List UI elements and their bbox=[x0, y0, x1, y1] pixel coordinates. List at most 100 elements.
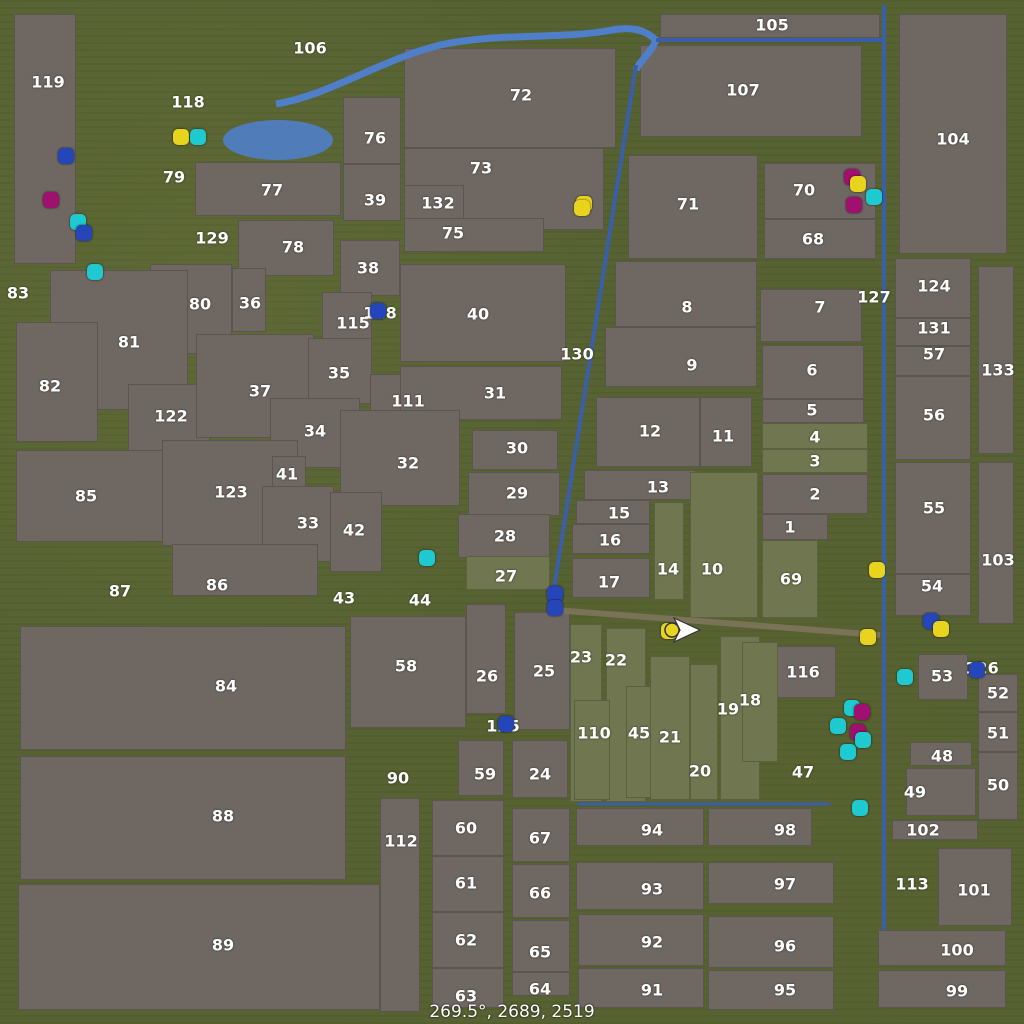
cyan-marker-icon[interactable] bbox=[852, 800, 868, 816]
yellow-marker-icon[interactable] bbox=[850, 176, 866, 192]
field-label: 118 bbox=[171, 92, 205, 112]
field-label: 47 bbox=[791, 762, 815, 782]
field-label: 32 bbox=[396, 453, 420, 473]
field-label: 77 bbox=[260, 180, 284, 200]
field-label: 31 bbox=[483, 383, 507, 403]
field-label: 86 bbox=[205, 575, 229, 595]
field-label: 61 bbox=[454, 873, 478, 893]
cyan-marker-icon[interactable] bbox=[866, 189, 882, 205]
field-label: 93 bbox=[640, 879, 664, 899]
field-label: 88 bbox=[211, 806, 235, 826]
field-label: 44 bbox=[408, 590, 432, 610]
field-label: 102 bbox=[906, 820, 940, 840]
blue-marker-icon[interactable] bbox=[76, 225, 92, 241]
field-label: 66 bbox=[528, 883, 552, 903]
field-label: 80 bbox=[188, 294, 212, 314]
field-label: 57 bbox=[922, 344, 946, 364]
cyan-marker-icon[interactable] bbox=[419, 550, 435, 566]
field-label: 70 bbox=[792, 180, 816, 200]
field-label: 103 bbox=[981, 550, 1015, 570]
field-label: 129 bbox=[195, 228, 229, 248]
field-label: 11 bbox=[711, 426, 735, 446]
field-label: 55 bbox=[922, 498, 946, 518]
field-label: 112 bbox=[384, 831, 418, 851]
cyan-marker-icon[interactable] bbox=[87, 264, 103, 280]
cyan-marker-icon[interactable] bbox=[840, 744, 856, 760]
field-label: 130 bbox=[560, 344, 594, 364]
cyan-marker-icon[interactable] bbox=[190, 129, 206, 145]
blue-marker-icon[interactable] bbox=[969, 662, 985, 678]
field-label: 133 bbox=[981, 360, 1015, 380]
field-label: 21 bbox=[658, 727, 682, 747]
field-label: 97 bbox=[773, 874, 797, 894]
field-label: 56 bbox=[922, 405, 946, 425]
field-label: 5 bbox=[806, 400, 818, 420]
field-label: 72 bbox=[509, 85, 533, 105]
field-label: 34 bbox=[303, 421, 327, 441]
blue-marker-icon[interactable] bbox=[547, 600, 563, 616]
roads-water-layer bbox=[223, 5, 886, 930]
field-label: 60 bbox=[454, 818, 478, 838]
field-label: 25 bbox=[532, 661, 556, 681]
map-view[interactable]: 119 106 118 79 77 129 78 76 39 72 73 132 75 105 107 104… bbox=[0, 0, 1024, 1024]
field-label: 41 bbox=[275, 464, 299, 484]
field-label: 110 bbox=[577, 723, 611, 743]
yellow-marker-icon[interactable] bbox=[933, 621, 949, 637]
field-label: 105 bbox=[755, 15, 789, 35]
field-label: 98 bbox=[773, 820, 797, 840]
field-label: 96 bbox=[773, 936, 797, 956]
village-road bbox=[554, 607, 881, 638]
field-label: 100 bbox=[940, 940, 974, 960]
field-label: 39 bbox=[363, 190, 387, 210]
field-label: 10 bbox=[700, 559, 724, 579]
field-label: 124 bbox=[917, 276, 951, 296]
blue-marker-icon[interactable] bbox=[58, 148, 74, 164]
field-label: 75 bbox=[441, 223, 465, 243]
field-label: 81 bbox=[117, 332, 141, 352]
field-label: 50 bbox=[986, 775, 1010, 795]
field-label: 3 bbox=[809, 451, 821, 471]
cyan-marker-icon[interactable] bbox=[897, 669, 913, 685]
field-label: 4 bbox=[809, 427, 821, 447]
field-label: 9 bbox=[686, 355, 698, 375]
field-label: 15 bbox=[607, 503, 631, 523]
blue-marker-icon[interactable] bbox=[498, 716, 514, 732]
yellow-marker-icon[interactable] bbox=[869, 562, 885, 578]
field-label: 111 bbox=[391, 391, 425, 411]
field-label: 99 bbox=[945, 981, 969, 1001]
field-label: 59 bbox=[473, 764, 497, 784]
field-label: 13 bbox=[646, 477, 670, 497]
player-arrow-icon[interactable] bbox=[660, 616, 702, 644]
blue-marker-icon[interactable] bbox=[370, 303, 386, 319]
field-label: 71 bbox=[676, 194, 700, 214]
field-label: 38 bbox=[356, 258, 380, 278]
yellow-marker-icon[interactable] bbox=[574, 200, 590, 216]
yellow-marker-icon[interactable] bbox=[173, 129, 189, 145]
cyan-marker-icon[interactable] bbox=[855, 732, 871, 748]
field-label: 7 bbox=[814, 297, 826, 317]
magenta-marker-icon[interactable] bbox=[846, 197, 862, 213]
field-label: 84 bbox=[214, 676, 238, 696]
field-label: 29 bbox=[505, 483, 529, 503]
field-label: 36 bbox=[238, 293, 262, 313]
magenta-marker-icon[interactable] bbox=[854, 704, 870, 720]
field-label: 95 bbox=[773, 980, 797, 1000]
field-label: 85 bbox=[74, 486, 98, 506]
field-label: 83 bbox=[6, 283, 30, 303]
field-label: 119 bbox=[31, 72, 65, 92]
field-label: 104 bbox=[936, 129, 970, 149]
field-label: 113 bbox=[895, 874, 929, 894]
field-label: 37 bbox=[248, 381, 272, 401]
river bbox=[275, 25, 661, 108]
field-label: 79 bbox=[162, 167, 186, 187]
field-label: 76 bbox=[363, 128, 387, 148]
field-label: 12 bbox=[638, 421, 662, 441]
field-label: 94 bbox=[640, 820, 664, 840]
field-label: 19 bbox=[716, 699, 740, 719]
cyan-marker-icon[interactable] bbox=[830, 718, 846, 734]
yellow-marker-icon[interactable] bbox=[860, 629, 876, 645]
field-label: 131 bbox=[917, 318, 951, 338]
magenta-marker-icon[interactable] bbox=[43, 192, 59, 208]
field-label: 116 bbox=[786, 662, 820, 682]
field-label: 107 bbox=[726, 80, 760, 100]
